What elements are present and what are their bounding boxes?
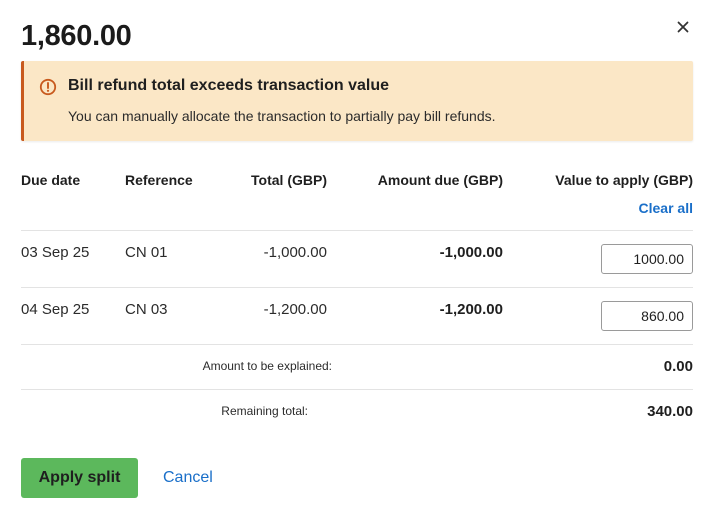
cancel-button[interactable]: Cancel xyxy=(163,469,213,487)
apply-split-button[interactable]: Apply split xyxy=(21,458,138,498)
clear-all-link[interactable]: Clear all xyxy=(639,200,693,216)
divider xyxy=(21,344,693,345)
amount-to-be-explained-label: Amount to be explained: xyxy=(202,359,332,373)
alert-title: Bill refund total exceeds transaction va… xyxy=(68,77,389,94)
remaining-total-label: Remaining total: xyxy=(221,404,308,418)
header-value-to-apply: Value to apply (GBP) xyxy=(555,172,693,188)
value-to-apply-input[interactable] xyxy=(601,244,693,274)
header-reference: Reference xyxy=(125,172,193,188)
header-total: Total (GBP) xyxy=(251,172,327,188)
row-due-date: 04 Sep 25 xyxy=(21,301,90,318)
row-reference: CN 01 xyxy=(125,244,168,261)
row-reference: CN 03 xyxy=(125,301,168,318)
row-amount-due: -1,200.00 xyxy=(439,301,503,318)
value-to-apply-input[interactable] xyxy=(601,301,693,331)
divider xyxy=(21,287,693,288)
header-amount-due: Amount due (GBP) xyxy=(377,172,503,188)
row-total: -1,000.00 xyxy=(263,244,327,261)
dialog-title: 1,860.00 xyxy=(21,20,132,52)
divider xyxy=(21,230,693,231)
row-total: -1,200.00 xyxy=(263,301,327,318)
header-due-date: Due date xyxy=(21,172,81,188)
warning-circle-icon xyxy=(39,78,57,96)
row-due-date: 03 Sep 25 xyxy=(21,244,90,261)
remaining-total-value: 340.00 xyxy=(647,403,693,420)
warning-alert: Bill refund total exceeds transaction va… xyxy=(21,61,693,141)
amount-to-be-explained-value: 0.00 xyxy=(663,358,693,375)
close-button[interactable] xyxy=(674,18,692,36)
close-icon xyxy=(677,21,689,33)
divider xyxy=(21,389,693,390)
row-amount-due: -1,000.00 xyxy=(439,244,503,261)
alert-message: You can manually allocate the transactio… xyxy=(68,108,496,124)
